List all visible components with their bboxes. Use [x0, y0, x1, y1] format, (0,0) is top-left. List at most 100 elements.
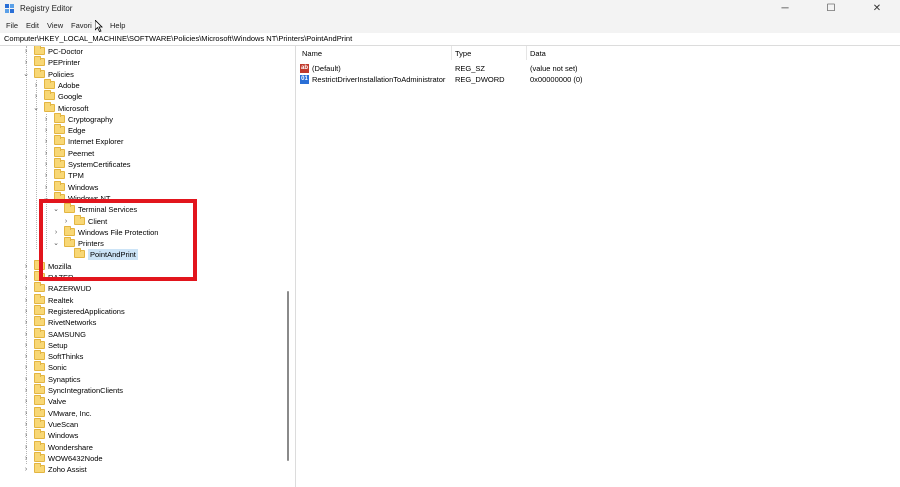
folder-icon	[34, 46, 45, 55]
address-bar[interactable]: Computer\HKEY_LOCAL_MACHINE\SOFTWARE\Pol…	[0, 33, 900, 46]
chevron-right-icon[interactable]: ›	[22, 374, 30, 385]
tree-node[interactable]: › SoftThinks	[0, 350, 285, 362]
tree-node[interactable]: PointAndPrint	[0, 248, 285, 261]
tree-node[interactable]: › PEPrinter	[0, 56, 285, 68]
column-header-data[interactable]: Data	[530, 49, 546, 58]
column-divider[interactable]	[526, 46, 527, 60]
chevron-right-icon[interactable]: ›	[22, 442, 30, 453]
chevron-right-icon[interactable]: ›	[32, 80, 40, 91]
tree-node[interactable]: ⌄ Policies	[0, 67, 285, 80]
menu-edit[interactable]: Edit	[26, 21, 39, 30]
tree-node[interactable]: › Client	[0, 214, 285, 227]
tree-node[interactable]: › Cryptography	[0, 112, 285, 125]
tree-node[interactable]: › Wondershare	[0, 440, 285, 453]
tree-node[interactable]: › Google	[0, 90, 285, 102]
menu-view[interactable]: View	[47, 21, 63, 30]
tree-node[interactable]: ⌄ Windows NT	[0, 191, 285, 204]
chevron-right-icon[interactable]: ›	[42, 125, 50, 136]
chevron-right-icon[interactable]: ›	[42, 170, 50, 181]
folder-icon	[34, 406, 45, 417]
menu-favorites[interactable]: Favori	[71, 21, 92, 30]
tree-node[interactable]: › Windows	[0, 429, 285, 441]
chevron-right-icon[interactable]: ›	[42, 148, 50, 159]
chevron-right-icon[interactable]: ›	[52, 227, 60, 238]
tree-node[interactable]: › Peernet	[0, 146, 285, 159]
chevron-right-icon[interactable]: ›	[42, 182, 50, 193]
tree-node[interactable]: › Windows File Protection	[0, 225, 285, 238]
chevron-right-icon[interactable]: ›	[22, 385, 30, 396]
tree-node[interactable]: › Internet Explorer	[0, 135, 285, 147]
folder-icon	[34, 271, 45, 281]
list-row[interactable]: ab (Default) REG_SZ (value not set)	[297, 63, 900, 74]
list-row[interactable]: 01 RestrictDriverInstallationToAdministr…	[297, 74, 900, 85]
menu-help[interactable]: Help	[110, 21, 125, 30]
tree-node[interactable]: › Edge	[0, 124, 285, 136]
folder-icon	[34, 395, 45, 406]
chevron-right-icon[interactable]: ›	[22, 283, 30, 294]
tree-node[interactable]: › WOW6432Node	[0, 451, 285, 464]
close-button[interactable]: ✕	[854, 0, 900, 18]
column-header-type[interactable]: Type	[455, 49, 471, 58]
chevron-right-icon[interactable]: ›	[22, 46, 30, 57]
minimize-button[interactable]: ─	[762, 0, 808, 18]
chevron-right-icon[interactable]: ›	[62, 216, 70, 227]
chevron-right-icon[interactable]: ›	[42, 159, 50, 170]
chevron-right-icon[interactable]: ›	[22, 329, 30, 340]
tree-node[interactable]: › Synaptics	[0, 372, 285, 385]
chevron-right-icon[interactable]: ›	[22, 362, 30, 373]
tree-node[interactable]: › RAZER	[0, 271, 285, 283]
tree-node[interactable]: › TPM	[0, 169, 285, 181]
tree-node[interactable]: › Windows	[0, 180, 285, 193]
chevron-right-icon[interactable]: ›	[22, 396, 30, 407]
chevron-right-icon[interactable]: ›	[22, 408, 30, 419]
tree-node[interactable]: › VMware, Inc.	[0, 406, 285, 419]
value-name: (Default)	[312, 64, 341, 73]
tree-node[interactable]: › Adobe	[0, 78, 285, 91]
tree-node[interactable]: › SystemCertificates	[0, 158, 285, 170]
chevron-down-icon[interactable]: ⌄	[22, 69, 30, 80]
tree-node[interactable]: › SAMSUNG	[0, 327, 285, 340]
maximize-button[interactable]: ☐	[808, 0, 854, 18]
tree-node[interactable]: › Realtek	[0, 293, 285, 306]
chevron-right-icon[interactable]: ›	[22, 453, 30, 464]
chevron-down-icon[interactable]: ⌄	[52, 204, 60, 215]
tree-node[interactable]: › RAZERWUD	[0, 282, 285, 294]
tree-node[interactable]: ⌄ Terminal Services	[0, 203, 285, 215]
chevron-right-icon[interactable]: ›	[22, 295, 30, 306]
chevron-down-icon[interactable]: ⌄	[52, 238, 60, 249]
tree-node[interactable]: › VueScan	[0, 417, 285, 430]
chevron-right-icon[interactable]: ›	[22, 351, 30, 362]
chevron-down-icon[interactable]: ⌄	[32, 103, 40, 114]
tree-node[interactable]: › Zoho Assist	[0, 463, 285, 475]
chevron-right-icon[interactable]: ›	[22, 340, 30, 351]
chevron-right-icon[interactable]: ›	[22, 272, 30, 283]
tree-scrollbar[interactable]	[287, 291, 289, 461]
tree-node[interactable]: › RivetNetworks	[0, 316, 285, 328]
tree-node[interactable]: › Valve	[0, 395, 285, 407]
chevron-right-icon[interactable]: ›	[32, 91, 40, 102]
chevron-right-icon[interactable]: ›	[22, 57, 30, 68]
column-divider[interactable]	[451, 46, 452, 60]
chevron-right-icon[interactable]: ›	[22, 261, 30, 272]
chevron-right-icon[interactable]: ›	[22, 430, 30, 441]
chevron-right-icon[interactable]: ›	[22, 464, 30, 475]
tree-node[interactable]: ⌄ Printers	[0, 237, 285, 249]
values-list[interactable]: Name Type Data ab (Default) REG_SZ (valu…	[297, 46, 900, 487]
menu-file[interactable]: File	[6, 21, 18, 30]
chevron-down-icon[interactable]: ⌄	[42, 193, 50, 204]
tree-node[interactable]: › SyncIntegrationClients	[0, 384, 285, 396]
chevron-right-icon[interactable]: ›	[22, 317, 30, 328]
chevron-right-icon[interactable]: ›	[42, 114, 50, 125]
tree-node[interactable]: › Mozilla	[0, 259, 285, 272]
tree-node[interactable]: › PC-Doctor	[0, 46, 285, 57]
tree-node[interactable]: ⌄ Microsoft	[0, 101, 285, 114]
chevron-right-icon[interactable]: ›	[42, 136, 50, 147]
tree-node[interactable]: › Setup	[0, 338, 285, 351]
pane-splitter[interactable]	[295, 46, 296, 487]
column-header-name[interactable]: Name	[302, 49, 322, 58]
tree-node[interactable]: › Sonic	[0, 361, 285, 373]
chevron-right-icon[interactable]: ›	[22, 419, 30, 430]
chevron-right-icon[interactable]: ›	[22, 306, 30, 317]
registry-tree[interactable]: › PC-Doctor › PEPrinter ⌄ Policies › Adobe › Goog…	[0, 46, 293, 487]
tree-node[interactable]: › RegisteredApplications	[0, 304, 285, 317]
